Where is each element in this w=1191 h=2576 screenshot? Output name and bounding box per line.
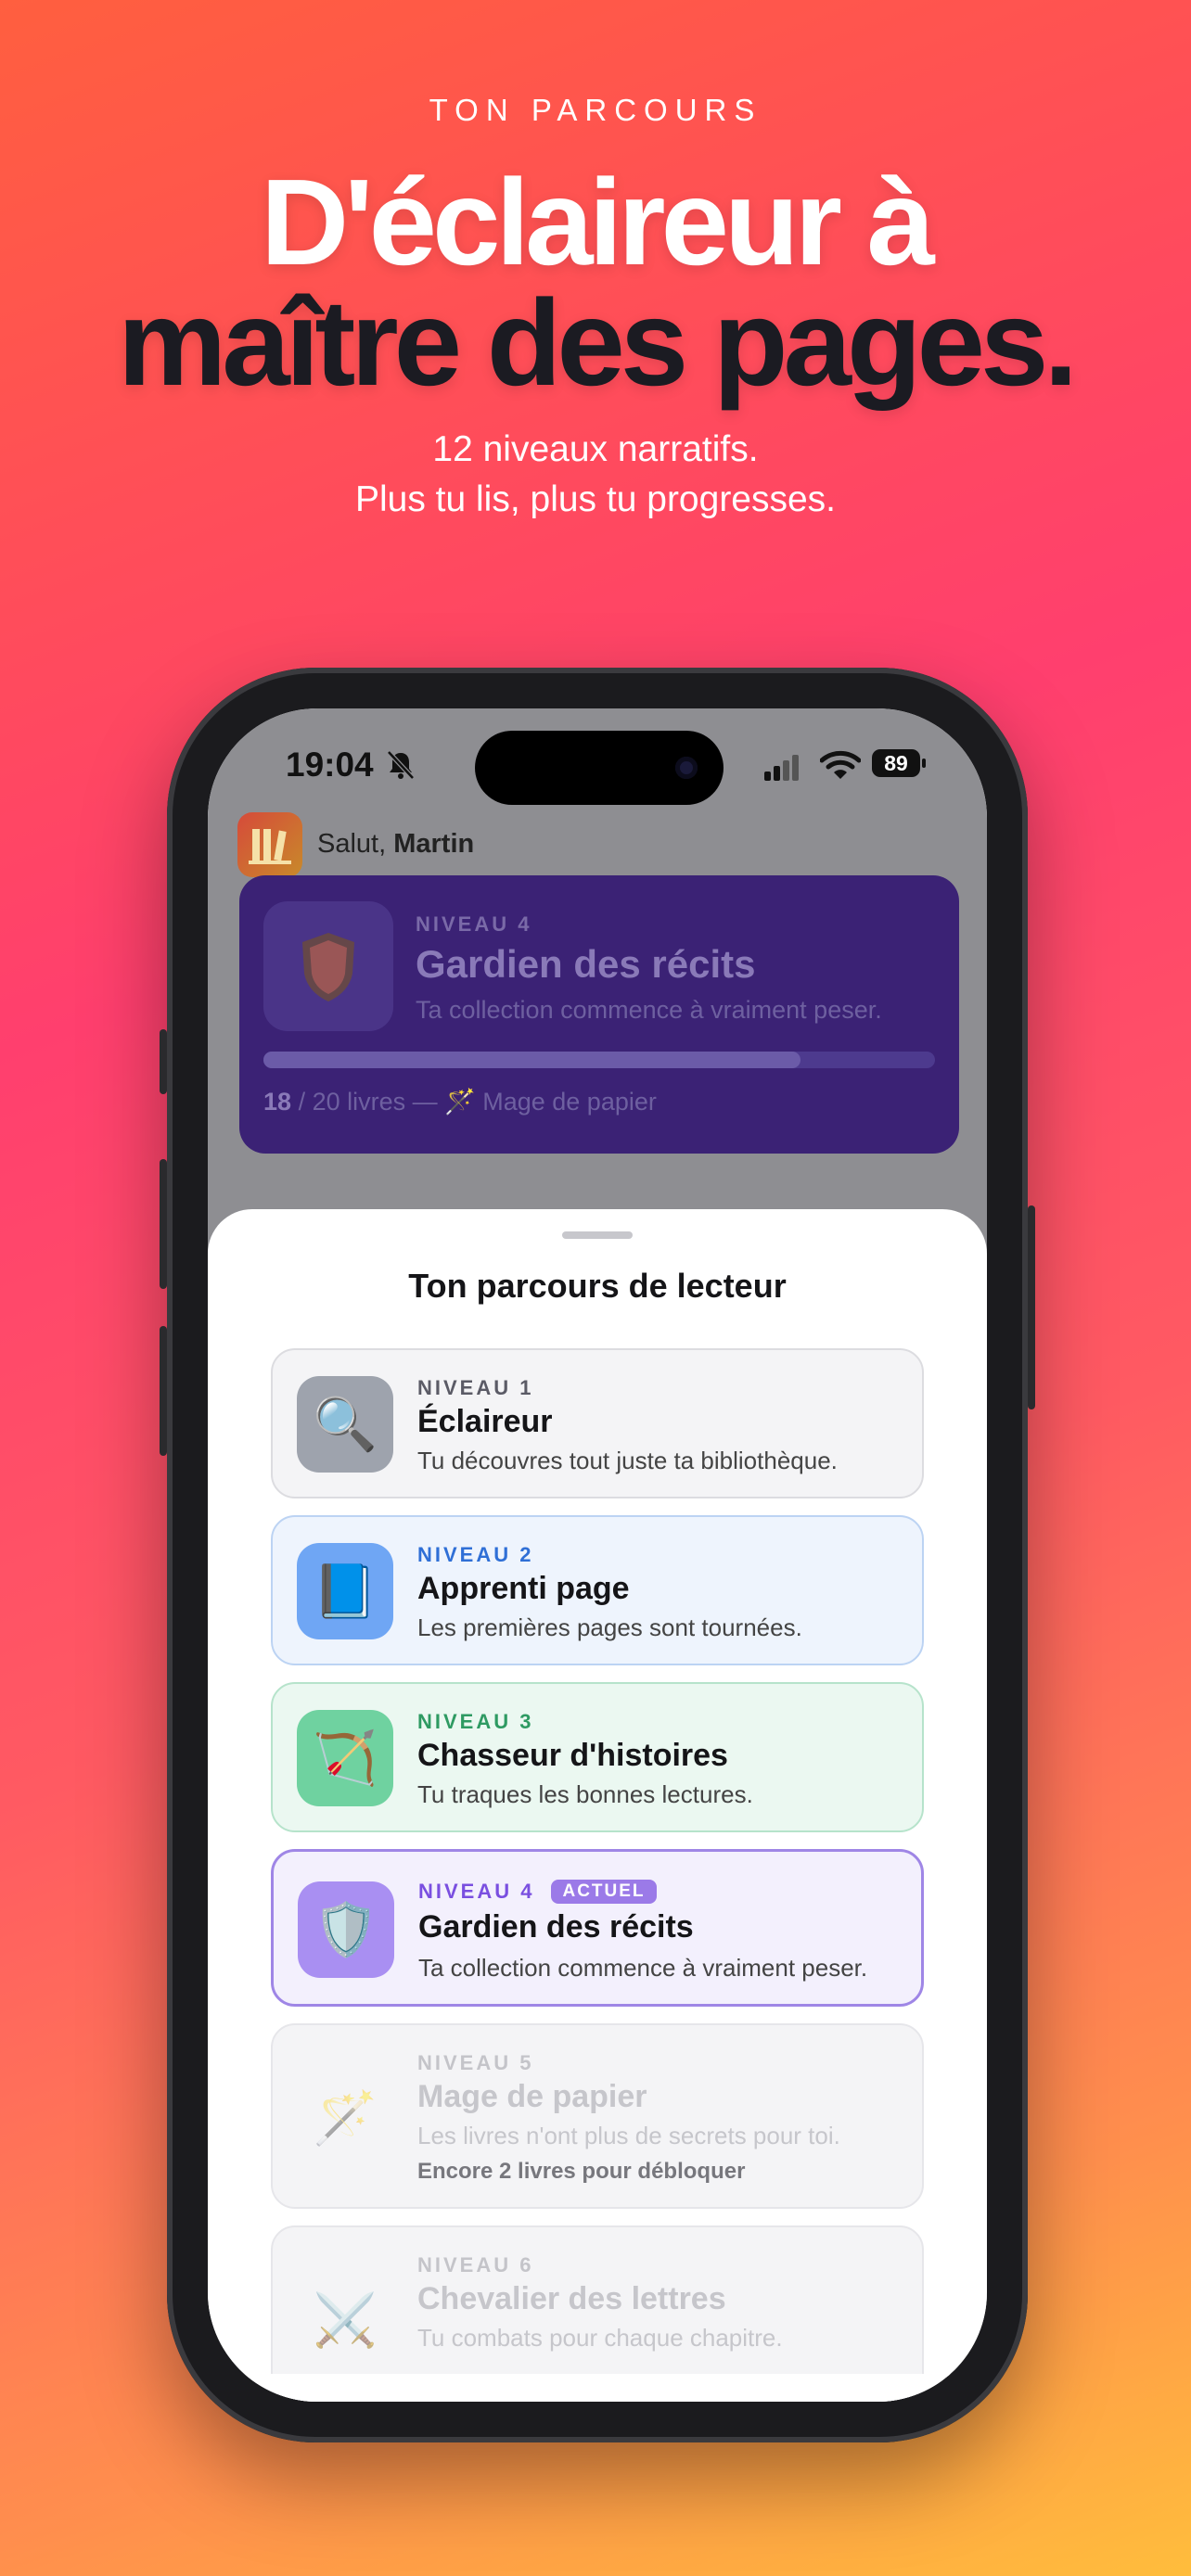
- silent-bell-icon: [387, 750, 415, 780]
- camera-icon: [675, 757, 698, 779]
- level-item-3[interactable]: 🏹 NIVEAU 3 Chasseur d'histoires Tu traqu…: [271, 1682, 924, 1832]
- shield-icon: [263, 901, 393, 1031]
- level-description: Les livres n'ont plus de secrets pour to…: [417, 2122, 840, 2149]
- level-eyebrow: NIVEAU 2: [417, 1543, 534, 1566]
- phone-frame: 19:04 89 Salut, Martin NIVEAU 4 Gardien …: [160, 668, 1035, 2442]
- level-item-1[interactable]: 🔍 NIVEAU 1 Éclaireur Tu découvres tout j…: [271, 1348, 924, 1498]
- level-name: Éclaireur: [417, 1404, 553, 1439]
- current-level-description: Ta collection commence à vraiment peser.: [416, 996, 882, 1024]
- hero-eyebrow: TON PARCOURS: [429, 93, 762, 127]
- battery-indicator: 89: [872, 749, 926, 777]
- magnifier-icon: 🔍: [297, 1376, 393, 1473]
- level-name: Apprenti page: [417, 1571, 630, 1606]
- level-description: Ta collection commence à vraiment peser.: [418, 1954, 868, 1982]
- level-description: Les premières pages sont tournées.: [417, 1613, 802, 1641]
- level-eyebrow: NIVEAU 3: [417, 1710, 534, 1733]
- level-item-2[interactable]: 📘 NIVEAU 2 Apprenti page Les premières p…: [271, 1515, 924, 1665]
- user-name: Martin: [393, 829, 475, 859]
- level-item-5-locked[interactable]: 🪄 NIVEAU 5 Mage de papier Les livres n'o…: [271, 2023, 924, 2209]
- levels-bottom-sheet: Ton parcours de lecteur 🔍 NIVEAU 1 Éclai…: [208, 1209, 987, 2402]
- level-item-4-current[interactable]: 🛡️ NIVEAU 4 ACTUEL Gardien des récits Ta …: [271, 1849, 924, 2007]
- level-progress-fill: [263, 1052, 801, 1068]
- books-read-count: 18: [263, 1088, 292, 1116]
- current-level-card[interactable]: NIVEAU 4 Gardien des récits Ta collectio…: [239, 875, 959, 1154]
- dynamic-island: [475, 731, 724, 805]
- current-level-eyebrow: NIVEAU 4: [416, 912, 532, 936]
- hero-subtitle-line1: 12 niveaux narratifs.: [432, 429, 759, 469]
- current-badge: ACTUEL: [551, 1880, 657, 1904]
- level-eyebrow: NIVEAU 6: [417, 2253, 534, 2276]
- sheet-grabber[interactable]: [562, 1231, 633, 1239]
- status-bar: 19:04 89: [208, 708, 987, 810]
- magic-wand-icon: 🪄: [313, 2088, 378, 2147]
- books-progress-rest: / 20 livres — 🪄 Mage de papier: [298, 1088, 657, 1116]
- hero-subtitle-line2: Plus tu lis, plus tu progresses.: [354, 479, 837, 519]
- level-description: Tu combats pour chaque chapitre.: [417, 2324, 783, 2352]
- sheet-title: Ton parcours de lecteur: [408, 1267, 787, 1305]
- current-level-title: Gardien des récits: [416, 942, 756, 986]
- level-eyebrow: NIVEAU 1: [417, 1376, 534, 1399]
- level-name: Mage de papier: [417, 2079, 647, 2114]
- crossed-swords-icon: ⚔️: [313, 2290, 378, 2349]
- volume-down-button: [160, 1326, 167, 1456]
- level-eyebrow: NIVEAU 4 ACTUEL: [418, 1880, 657, 1904]
- volume-up-button: [160, 1159, 167, 1289]
- mute-switch: [160, 1029, 167, 1094]
- level-eyebrow: NIVEAU 5: [417, 2051, 534, 2074]
- hero-subtitle: 12 niveaux narratifs. Plus tu lis, plus …: [0, 425, 1191, 525]
- app-logo-icon: [237, 812, 302, 877]
- level-name: Chasseur d'histoires: [417, 1738, 728, 1773]
- level-description: Tu découvres tout juste ta bibliothèque.: [417, 1447, 838, 1474]
- hero-title-line1: D'éclaireur à: [260, 154, 935, 290]
- book-icon: 📘: [297, 1543, 393, 1639]
- wifi-icon: [820, 750, 861, 779]
- level-eyebrow-text: NIVEAU 4: [418, 1880, 535, 1903]
- unlock-hint: Encore 2 livres pour débloquer: [417, 2159, 746, 2184]
- cellular-signal-icon: [764, 755, 799, 781]
- shield-icon: 🛡️: [298, 1881, 394, 1978]
- bow-arrow-icon: 🏹: [297, 1710, 393, 1806]
- level-progress-bar: [263, 1052, 935, 1068]
- power-button: [1028, 1205, 1035, 1409]
- hero-title-line2: maître des pages.: [117, 274, 1078, 411]
- greeting: Salut, Martin: [317, 829, 474, 860]
- level-progress-label: 18 / 20 livres — 🪄 Mage de papier: [263, 1087, 657, 1116]
- greeting-text: Salut,: [317, 829, 387, 859]
- level-name: Gardien des récits: [418, 1909, 694, 1945]
- phone-screen: 19:04 89 Salut, Martin NIVEAU 4 Gardien …: [208, 708, 987, 2402]
- level-name: Chevalier des lettres: [417, 2281, 726, 2316]
- level-description: Tu traques les bonnes lectures.: [417, 1780, 753, 1808]
- status-time: 19:04: [286, 746, 374, 784]
- sheet-bottom-mask: [208, 2374, 987, 2402]
